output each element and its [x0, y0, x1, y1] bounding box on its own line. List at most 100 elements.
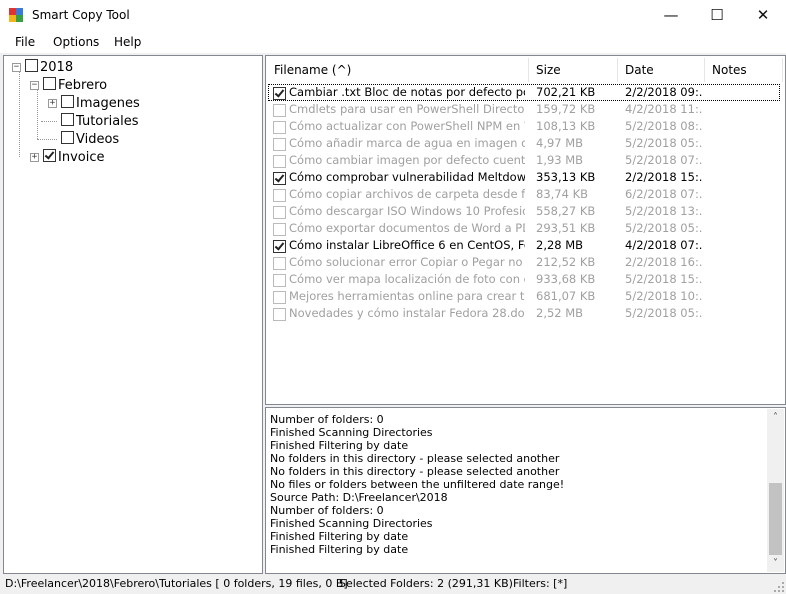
file-list[interactable]: Filename (^) Size Date Notes Cambiar .tx…: [265, 55, 786, 405]
scroll-up-icon[interactable]: ˄: [767, 409, 784, 426]
file-size: 681,07 KB: [536, 289, 596, 303]
file-row[interactable]: Cómo cambiar imagen por defecto cuenta u…: [268, 152, 780, 169]
file-size: 2,28 MB: [536, 238, 584, 252]
log-line: No folders in this directory - please se…: [270, 465, 560, 478]
file-row[interactable]: Cambiar .txt Bloc de notas por defecto p…: [268, 84, 780, 101]
menu-options[interactable]: Options: [53, 35, 99, 49]
menu-file[interactable]: File: [15, 35, 35, 49]
tree-node-febrero[interactable]: Febrero: [43, 77, 107, 93]
tree-line: [41, 121, 57, 122]
title-bar: Smart Copy Tool — ☐ ✕: [0, 0, 786, 31]
tree-node-label: Febrero: [58, 78, 108, 93]
file-row[interactable]: Cómo solucionar error Copiar o Pegar no …: [268, 254, 780, 271]
checkbox-febrero[interactable]: [43, 77, 56, 90]
file-date: 2/2/2018 15:...: [625, 170, 703, 184]
status-bar: D:\Freelancer\2018\Febrero\Tutoriales [ …: [0, 573, 786, 594]
file-row[interactable]: Cómo ver mapa localización de foto con g…: [268, 271, 780, 288]
log-line: Number of folders: 0: [270, 413, 384, 426]
status-filters: Filters: [*]: [513, 577, 568, 590]
file-size: 4,97 MB: [536, 136, 584, 150]
log-line: Number of folders: 0: [270, 504, 384, 517]
log-output[interactable]: Number of folders: 0 Finished Scanning Di…: [265, 407, 786, 574]
file-name: Cómo añadir marca de agua en imagen o fo…: [289, 136, 525, 150]
minimize-button[interactable]: —: [648, 0, 694, 31]
file-row[interactable]: Cómo instalar LibreOffice 6 en CentOS, F…: [268, 237, 780, 254]
log-line: Finished Scanning Directories: [270, 517, 433, 530]
file-date: 2/2/2018 09:...: [625, 85, 703, 99]
resize-grip-icon[interactable]: [774, 582, 784, 592]
file-size: 159,72 KB: [536, 102, 596, 116]
file-row[interactable]: Cómo exportar documentos de Word a PDF, …: [268, 220, 780, 237]
file-size: 293,51 KB: [536, 221, 596, 235]
file-date: 5/2/2018 05:...: [625, 136, 703, 150]
log-line: Finished Filtering by date: [270, 543, 409, 556]
menu-bar: File Options Help: [0, 31, 786, 53]
file-size: 353,13 KB: [536, 170, 596, 184]
file-name: Mejores herramientas online para crear t…: [289, 289, 525, 303]
tree-node-2018[interactable]: 2018: [25, 59, 73, 75]
checkbox-tutoriales[interactable]: [61, 113, 74, 126]
log-line: Source Path: D:\Freelancer\2018: [270, 491, 448, 504]
file-row[interactable]: Cómo copiar archivos de carpeta desde fe…: [268, 186, 780, 203]
expand-febrero-icon[interactable]: −: [30, 81, 39, 90]
file-date: 5/2/2018 13:...: [625, 204, 703, 218]
checkbox-2018[interactable]: [25, 59, 38, 72]
window-title: Smart Copy Tool: [32, 8, 130, 22]
menu-help[interactable]: Help: [114, 35, 141, 49]
file-row[interactable]: Cmdlets para usar en PowerShell Director…: [268, 101, 780, 118]
column-header-notes[interactable]: Notes: [705, 58, 783, 82]
checkbox-imagenes[interactable]: [61, 95, 74, 108]
log-line: Finished Filtering by date: [270, 439, 409, 452]
column-header-filename[interactable]: Filename (^): [267, 58, 529, 82]
file-date: 5/2/2018 08:...: [625, 119, 703, 133]
file-date: 5/2/2018 07:...: [625, 153, 703, 167]
tree-node-label: Tutoriales: [76, 114, 139, 129]
file-row[interactable]: Cómo añadir marca de agua en imagen o fo…: [268, 135, 780, 152]
file-size: 83,74 KB: [536, 187, 589, 201]
file-date: 4/2/2018 07:...: [625, 238, 703, 252]
log-scrollbar[interactable]: ˄ ˅: [767, 409, 784, 572]
checkbox-invoice[interactable]: [43, 149, 56, 162]
log-line: Finished Scanning Directories: [270, 426, 433, 439]
file-size: 212,52 KB: [536, 255, 596, 269]
file-name: Cómo actualizar con PowerShell NPM en Wi…: [289, 119, 525, 133]
file-date: 4/2/2018 11:...: [625, 102, 703, 116]
column-header-date[interactable]: Date: [618, 58, 705, 82]
file-size: 2,52 MB: [536, 306, 584, 320]
tree-node-imagenes[interactable]: Imagenes: [61, 95, 140, 111]
tree-node-videos[interactable]: Videos: [61, 131, 119, 147]
tree-node-label: 2018: [40, 60, 74, 75]
folder-tree[interactable]: − 2018 − Febrero + Imagenes Tutoriales V…: [3, 55, 263, 574]
file-checkbox[interactable]: [273, 308, 288, 325]
scroll-down-icon[interactable]: ˅: [767, 555, 784, 572]
tree-node-invoice[interactable]: Invoice: [43, 149, 104, 165]
tree-node-tutoriales[interactable]: Tutoriales: [61, 113, 139, 129]
expand-imagenes-icon[interactable]: +: [48, 99, 57, 108]
file-row[interactable]: Novedades y cómo instalar Fedora 28.docx…: [268, 305, 780, 322]
checkbox-videos[interactable]: [61, 131, 74, 144]
log-line: No folders in this directory - please se…: [270, 452, 560, 465]
file-row[interactable]: Mejores herramientas online para crear t…: [268, 288, 780, 305]
file-row[interactable]: Cómo comprobar vulnerabilidad Meltdown o…: [268, 169, 780, 186]
log-line: Finished Filtering by date: [270, 530, 409, 543]
file-name: Cómo descargar ISO Windows 10 Profesiona…: [289, 204, 525, 218]
file-name: Novedades y cómo instalar Fedora 28.docx: [289, 306, 525, 320]
expand-invoice-icon[interactable]: +: [30, 153, 39, 162]
file-size: 108,13 KB: [536, 119, 596, 133]
file-size: 702,21 KB: [536, 85, 596, 99]
maximize-button[interactable]: ☐: [694, 0, 740, 31]
tree-line: [37, 89, 38, 139]
file-name: Cómo copiar archivos de carpeta desde fe…: [289, 187, 525, 201]
file-row[interactable]: Cómo descargar ISO Windows 10 Profesiona…: [268, 203, 780, 220]
file-date: 2/2/2018 16:...: [625, 255, 703, 269]
file-row[interactable]: Cómo actualizar con PowerShell NPM en Wi…: [268, 118, 780, 135]
scroll-thumb[interactable]: [769, 483, 782, 555]
expand-root-icon[interactable]: −: [12, 63, 21, 72]
close-button[interactable]: ✕: [740, 0, 786, 31]
file-name: Cómo cambiar imagen por defecto cuenta u…: [289, 153, 525, 167]
file-name: Cómo ver mapa localización de foto con g…: [289, 272, 525, 286]
file-name: Cómo instalar LibreOffice 6 en CentOS, F…: [289, 238, 525, 252]
tree-line: [19, 71, 20, 157]
file-name: Cambiar .txt Bloc de notas por defecto p…: [289, 85, 525, 99]
column-header-size[interactable]: Size: [529, 58, 618, 82]
